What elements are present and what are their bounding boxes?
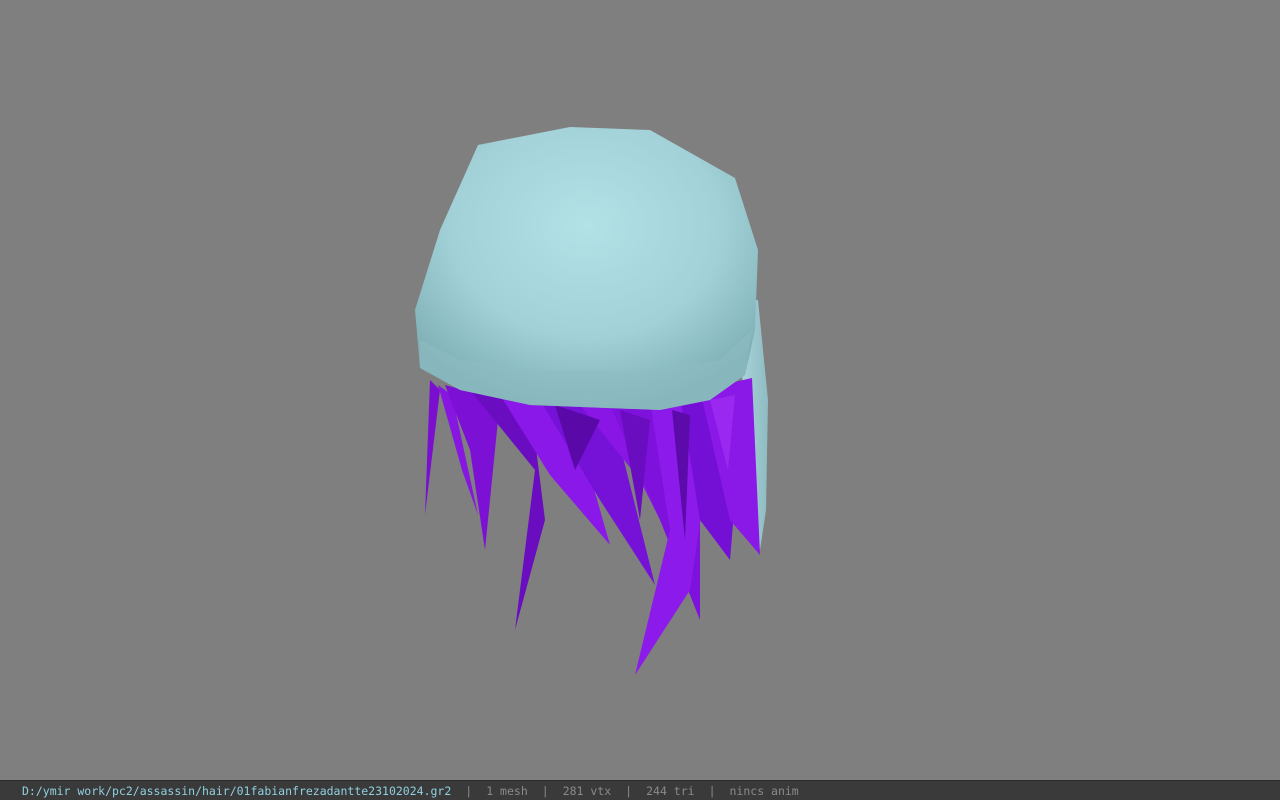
triangle-count: 244 tri bbox=[646, 783, 695, 798]
separator: | bbox=[625, 783, 633, 798]
separator: | bbox=[541, 783, 549, 798]
3d-viewport[interactable] bbox=[0, 0, 1280, 780]
separator: | bbox=[465, 783, 473, 798]
separator: | bbox=[708, 783, 716, 798]
mesh-count: 1 mesh bbox=[486, 783, 528, 798]
status-bar: D:/ymir work/pc2/assassin/hair/01fabianf… bbox=[0, 780, 1280, 800]
model-render bbox=[415, 127, 768, 675]
vertex-count: 281 vtx bbox=[562, 783, 612, 798]
hair-strands bbox=[425, 378, 760, 675]
file-path: D:/ymir work/pc2/assassin/hair/01fabianf… bbox=[22, 783, 452, 798]
hair-cap bbox=[415, 127, 758, 410]
animation-status: nincs anim bbox=[729, 783, 799, 798]
